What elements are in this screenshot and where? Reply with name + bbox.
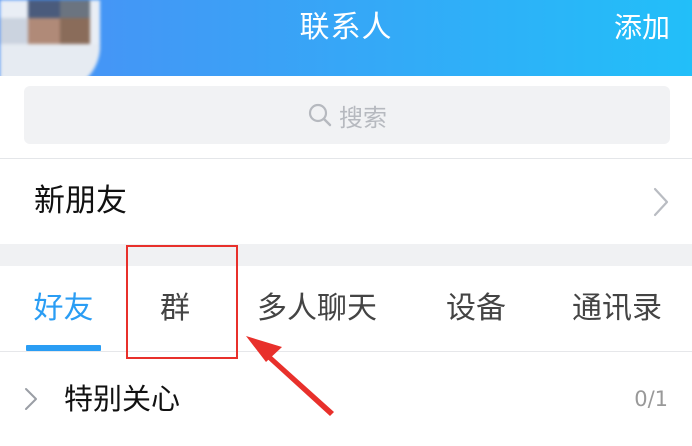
new-friends-label: 新朋友: [34, 183, 127, 219]
chevron-right-icon: [653, 187, 669, 217]
tab-friends[interactable]: 好友: [26, 266, 101, 352]
add-button[interactable]: 添加: [614, 0, 670, 56]
group-count: 0/1: [634, 387, 668, 411]
active-tab-indicator: [26, 345, 101, 351]
new-friends-row[interactable]: 新朋友: [0, 159, 692, 244]
group-row-special-care[interactable]: 特别关心 0/1: [0, 352, 692, 439]
tab-groups[interactable]: 群: [146, 266, 204, 352]
search-icon: [308, 103, 332, 127]
search-placeholder: 搜索: [339, 103, 387, 132]
group-label: 特别关心: [64, 382, 181, 416]
section-gap: [0, 244, 692, 266]
tab-multi-chat[interactable]: 多人聊天: [254, 266, 380, 352]
chevron-right-icon: [25, 388, 37, 410]
tab-devices[interactable]: 设备: [443, 266, 509, 352]
search-input[interactable]: 搜索: [24, 86, 670, 144]
tab-address-book[interactable]: 通讯录: [569, 266, 665, 352]
contacts-tab-bar: 好友 群 多人聊天 设备 通讯录: [0, 266, 692, 352]
page-title: 联系人: [299, 10, 393, 45]
search-area: 搜索: [0, 76, 692, 158]
